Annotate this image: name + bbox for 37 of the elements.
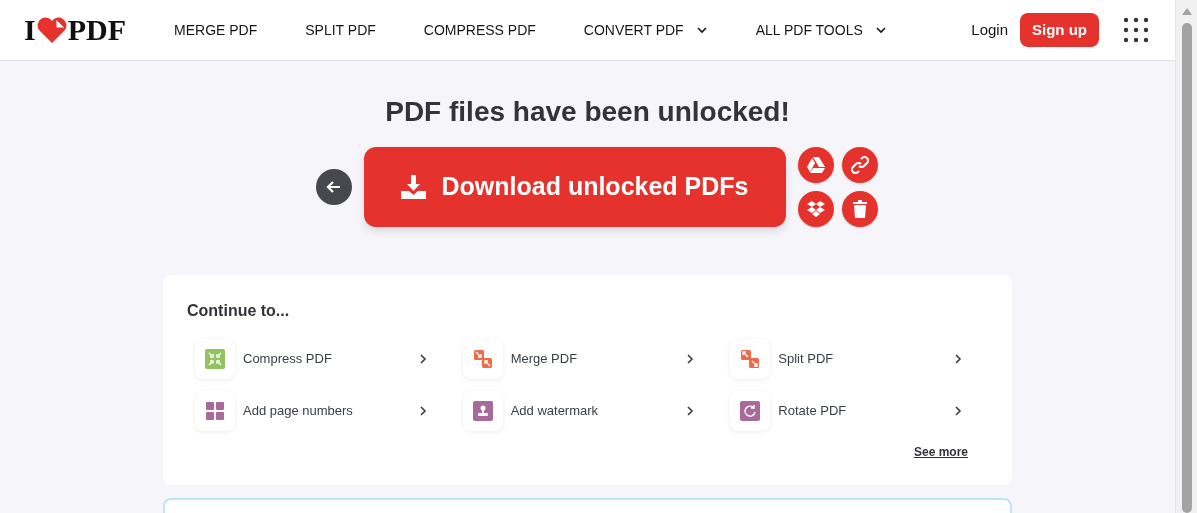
delete-button[interactable] (841, 191, 878, 227)
arrow-left-icon (325, 179, 342, 195)
tool-link[interactable]: Rotate PDF (730, 391, 968, 431)
copy-link-button[interactable] (841, 147, 878, 183)
nav-link[interactable]: ALL PDF TOOLS (755, 19, 887, 41)
scroll-up-arrow-icon[interactable] (1181, 8, 1192, 15)
nav-link[interactable]: COMPRESS PDF (423, 19, 536, 41)
apps-menu-icon[interactable] (1123, 17, 1149, 43)
tool-link[interactable]: Merge PDF (462, 339, 701, 379)
chevron-down-icon (874, 24, 887, 36)
download-button[interactable]: Download unlocked PDFs (363, 147, 786, 227)
tool-link[interactable]: Compress PDF (195, 339, 433, 379)
scrollbar[interactable] (1175, 0, 1197, 513)
logo[interactable]: I PDF (24, 15, 126, 45)
dropbox-button[interactable] (797, 191, 834, 227)
nav-link[interactable]: MERGE PDF (174, 19, 258, 41)
tool-link[interactable]: Split PDF (730, 339, 968, 379)
nav-link[interactable]: SPLIT PDF (305, 19, 376, 41)
link-icon (850, 156, 869, 174)
drive-button[interactable] (797, 147, 834, 183)
back-button[interactable] (315, 169, 352, 205)
dropbox-icon (806, 200, 825, 218)
heart-icon (35, 16, 68, 44)
continue-heading: Continue to... (187, 301, 291, 321)
nav-link[interactable]: CONVERT PDF (583, 19, 708, 41)
tool-link[interactable]: Add watermark (462, 391, 701, 431)
triangle-drive-icon (806, 157, 825, 173)
chevron-right-icon (952, 353, 964, 365)
download-icon (400, 174, 426, 200)
login-link[interactable]: Login (971, 18, 1008, 42)
chevron-right-icon (952, 405, 964, 417)
signup-button[interactable]: Sign up (1020, 13, 1099, 47)
tool-link[interactable]: Add page numbers (195, 391, 433, 431)
see-more-link[interactable]: See more (913, 443, 968, 461)
result-title: PDF files have been unlocked! (385, 95, 790, 129)
chevron-down-icon (695, 24, 708, 36)
trash-icon (852, 200, 867, 218)
